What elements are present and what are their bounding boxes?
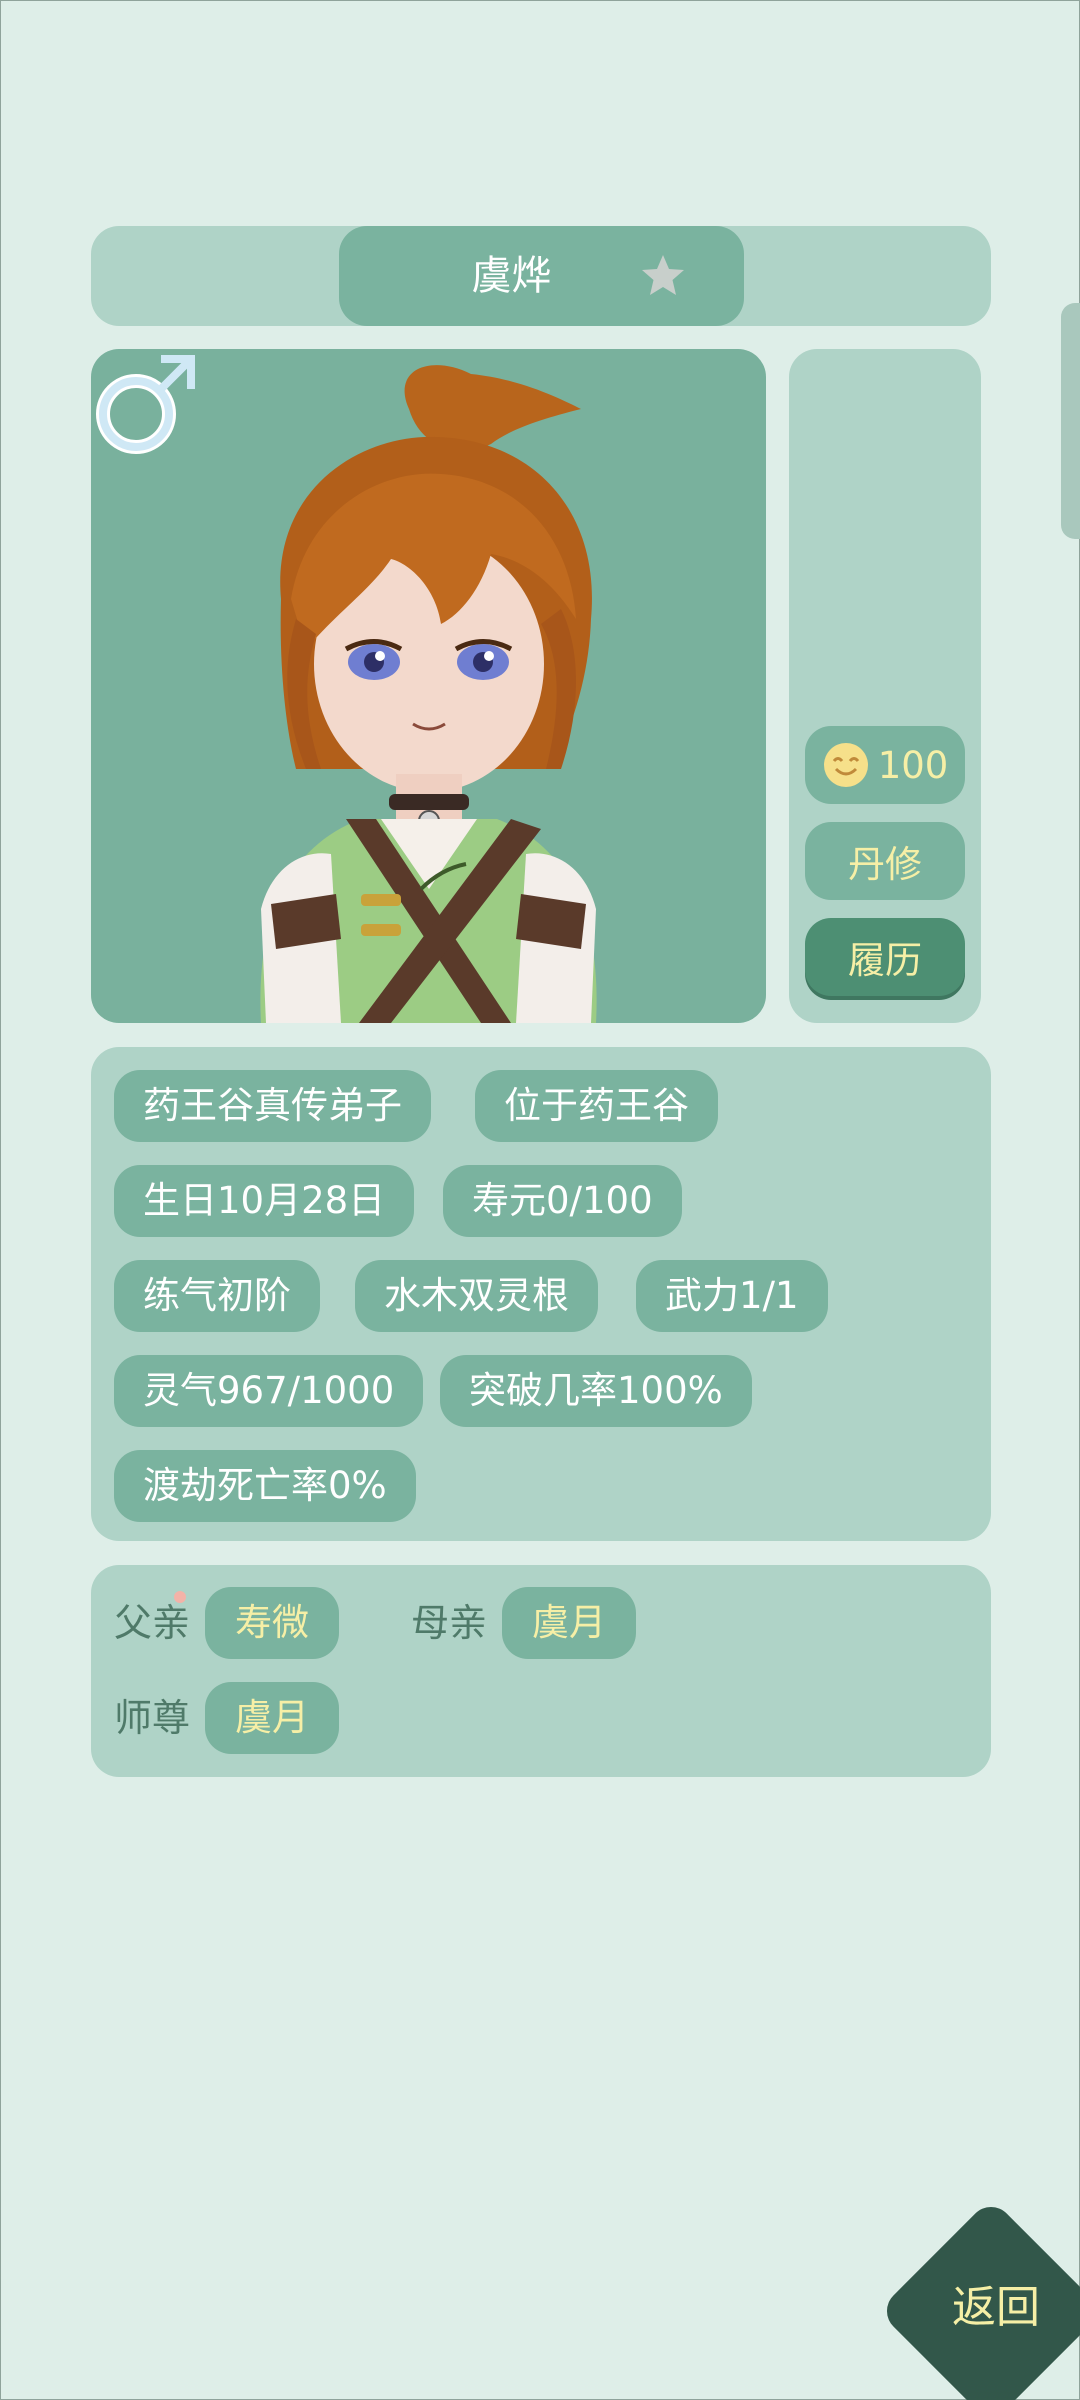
tag-chip: 位于药王谷 bbox=[475, 1070, 718, 1142]
attributes-panel: 药王谷真传弟子 位于药王谷 生日10月28日 寿元0/100 练气初阶 水木双灵… bbox=[91, 1047, 991, 1541]
scrollbar[interactable] bbox=[1061, 303, 1080, 539]
name-header-bar: 虞烨 bbox=[91, 226, 991, 326]
relations-panel: 父亲 寿微 母亲 虞月 师尊 虞月 bbox=[91, 1565, 991, 1777]
male-symbol-icon bbox=[96, 355, 195, 454]
master-name-chip[interactable]: 虞月 bbox=[205, 1682, 339, 1754]
notice-dot bbox=[174, 1591, 186, 1603]
character-name: 虞烨 bbox=[471, 253, 552, 299]
tag-chip: 药王谷真传弟子 bbox=[114, 1070, 431, 1142]
tag-chip: 水木双灵根 bbox=[355, 1260, 598, 1332]
mother-label: 母亲 bbox=[411, 1601, 488, 1645]
tag-chip: 寿元0/100 bbox=[443, 1165, 682, 1237]
master-label: 师尊 bbox=[114, 1696, 191, 1740]
back-button[interactable]: 返回 bbox=[881, 2206, 1080, 2400]
tag-chip: 突破几率100% bbox=[440, 1355, 752, 1427]
mother-name-chip[interactable]: 虞月 bbox=[502, 1587, 636, 1659]
tag-chip: 渡劫死亡率0% bbox=[114, 1450, 416, 1522]
character-detail-screen: 虞烨 100 丹修 履历 药王谷真传弟子 位于药王谷 生日10月28日 寿元0/… bbox=[0, 0, 1080, 2400]
back-label: 返回 bbox=[952, 2282, 1040, 2333]
history-button[interactable]: 履历 bbox=[805, 918, 965, 996]
tag-chip: 武力1/1 bbox=[636, 1260, 828, 1332]
name-pill: 虞烨 bbox=[339, 226, 744, 326]
alchemy-button[interactable]: 丹修 bbox=[805, 822, 965, 900]
tag-chip: 灵气967/1000 bbox=[114, 1355, 424, 1427]
father-name-chip[interactable]: 寿微 bbox=[205, 1587, 339, 1659]
character-portrait bbox=[91, 349, 766, 1023]
mood-button[interactable]: 100 bbox=[805, 726, 965, 804]
star-icon[interactable] bbox=[639, 252, 687, 300]
tag-chip: 生日10月28日 bbox=[114, 1165, 415, 1237]
smiling-face-icon bbox=[823, 743, 868, 787]
tag-chip: 练气初阶 bbox=[114, 1260, 320, 1332]
side-action-panel: 100 丹修 履历 bbox=[789, 349, 981, 1023]
mood-value: 100 bbox=[877, 743, 949, 787]
